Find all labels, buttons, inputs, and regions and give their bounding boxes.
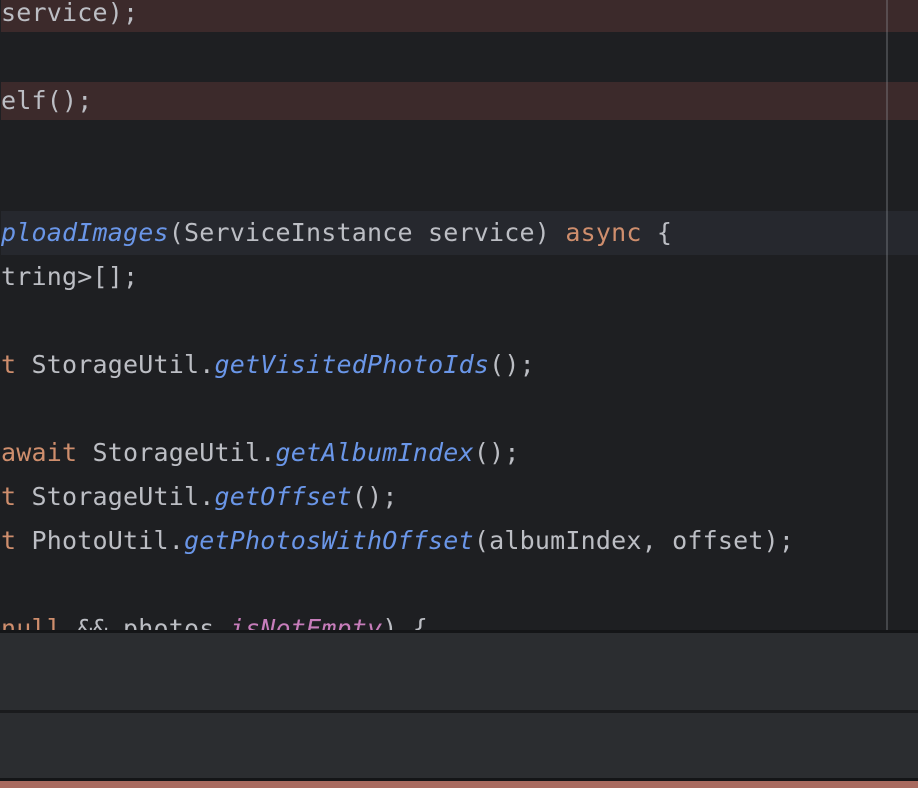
code-line[interactable] (1, 387, 918, 431)
code-token-plain: StorageUtil. (16, 482, 214, 511)
bottom-panel-lower (0, 713, 918, 778)
code-line[interactable] (1, 167, 918, 211)
code-token-keyword: t (1, 350, 16, 379)
code-line[interactable]: ploadImages(ServiceInstance service) asy… (1, 211, 918, 255)
code-token-keyword: t (1, 526, 16, 555)
code-line[interactable]: await StorageUtil.getAlbumIndex(); (1, 431, 918, 475)
code-line[interactable]: t StorageUtil.getOffset(); (1, 475, 918, 519)
code-line[interactable] (1, 563, 918, 607)
code-token-plain: (); (489, 350, 535, 379)
bottom-panel-upper (0, 633, 918, 710)
code-token-keyword: t (1, 482, 16, 511)
code-token-method: getVisitedPhotoIds (215, 350, 490, 379)
code-line[interactable] (1, 35, 918, 79)
code-token-method: getAlbumIndex (276, 438, 474, 467)
code-token-method: ploadImages (1, 218, 169, 247)
code-editor[interactable]: service); elf(); ploadImages(ServiceInstan… (0, 0, 918, 630)
code-token-method: getOffset (215, 482, 352, 511)
code-token-plain: (albumIndex, offset); (474, 526, 794, 555)
code-lines-container: service); elf(); ploadImages(ServiceInstan… (1, 0, 918, 630)
code-token-plain: elf(); (1, 86, 93, 115)
code-token-keyword: null (1, 614, 62, 630)
code-token-plain: service); (1, 0, 138, 27)
code-token-plain: StorageUtil. (16, 350, 214, 379)
code-line[interactable] (1, 299, 918, 343)
code-token-keyword: await (1, 438, 77, 467)
code-token-plain: (); (352, 482, 398, 511)
code-token-plain: (ServiceInstance service) (169, 218, 566, 247)
code-token-plain: { (642, 218, 673, 247)
ide-window: service); elf(); ploadImages(ServiceInstan… (0, 0, 918, 788)
code-line[interactable] (1, 123, 918, 167)
code-token-keyword: async (565, 218, 641, 247)
code-token-method: getPhotosWithOffset (184, 526, 474, 555)
code-token-plain: tring>[]; (1, 262, 138, 291)
right-margin-guide (886, 0, 888, 630)
code-line[interactable]: service); (1, 0, 918, 35)
code-token-plain: (); (474, 438, 520, 467)
code-line[interactable]: elf(); (1, 79, 918, 123)
code-token-plain: StorageUtil. (77, 438, 275, 467)
code-line[interactable]: tring>[]; (1, 255, 918, 299)
code-token-plain: ) { (382, 614, 428, 630)
accent-bar (0, 781, 918, 788)
code-line[interactable]: t StorageUtil.getVisitedPhotoIds(); (1, 343, 918, 387)
code-token-plain: && photos. (62, 614, 230, 630)
code-token-property: isNotEmpty (230, 614, 383, 630)
code-token-plain: PhotoUtil. (16, 526, 184, 555)
code-line[interactable]: null && photos.isNotEmpty) { (1, 607, 918, 630)
diff-highlight-band (1, 82, 918, 120)
diff-highlight-band (1, 0, 918, 32)
code-line[interactable]: t PhotoUtil.getPhotosWithOffset(albumInd… (1, 519, 918, 563)
